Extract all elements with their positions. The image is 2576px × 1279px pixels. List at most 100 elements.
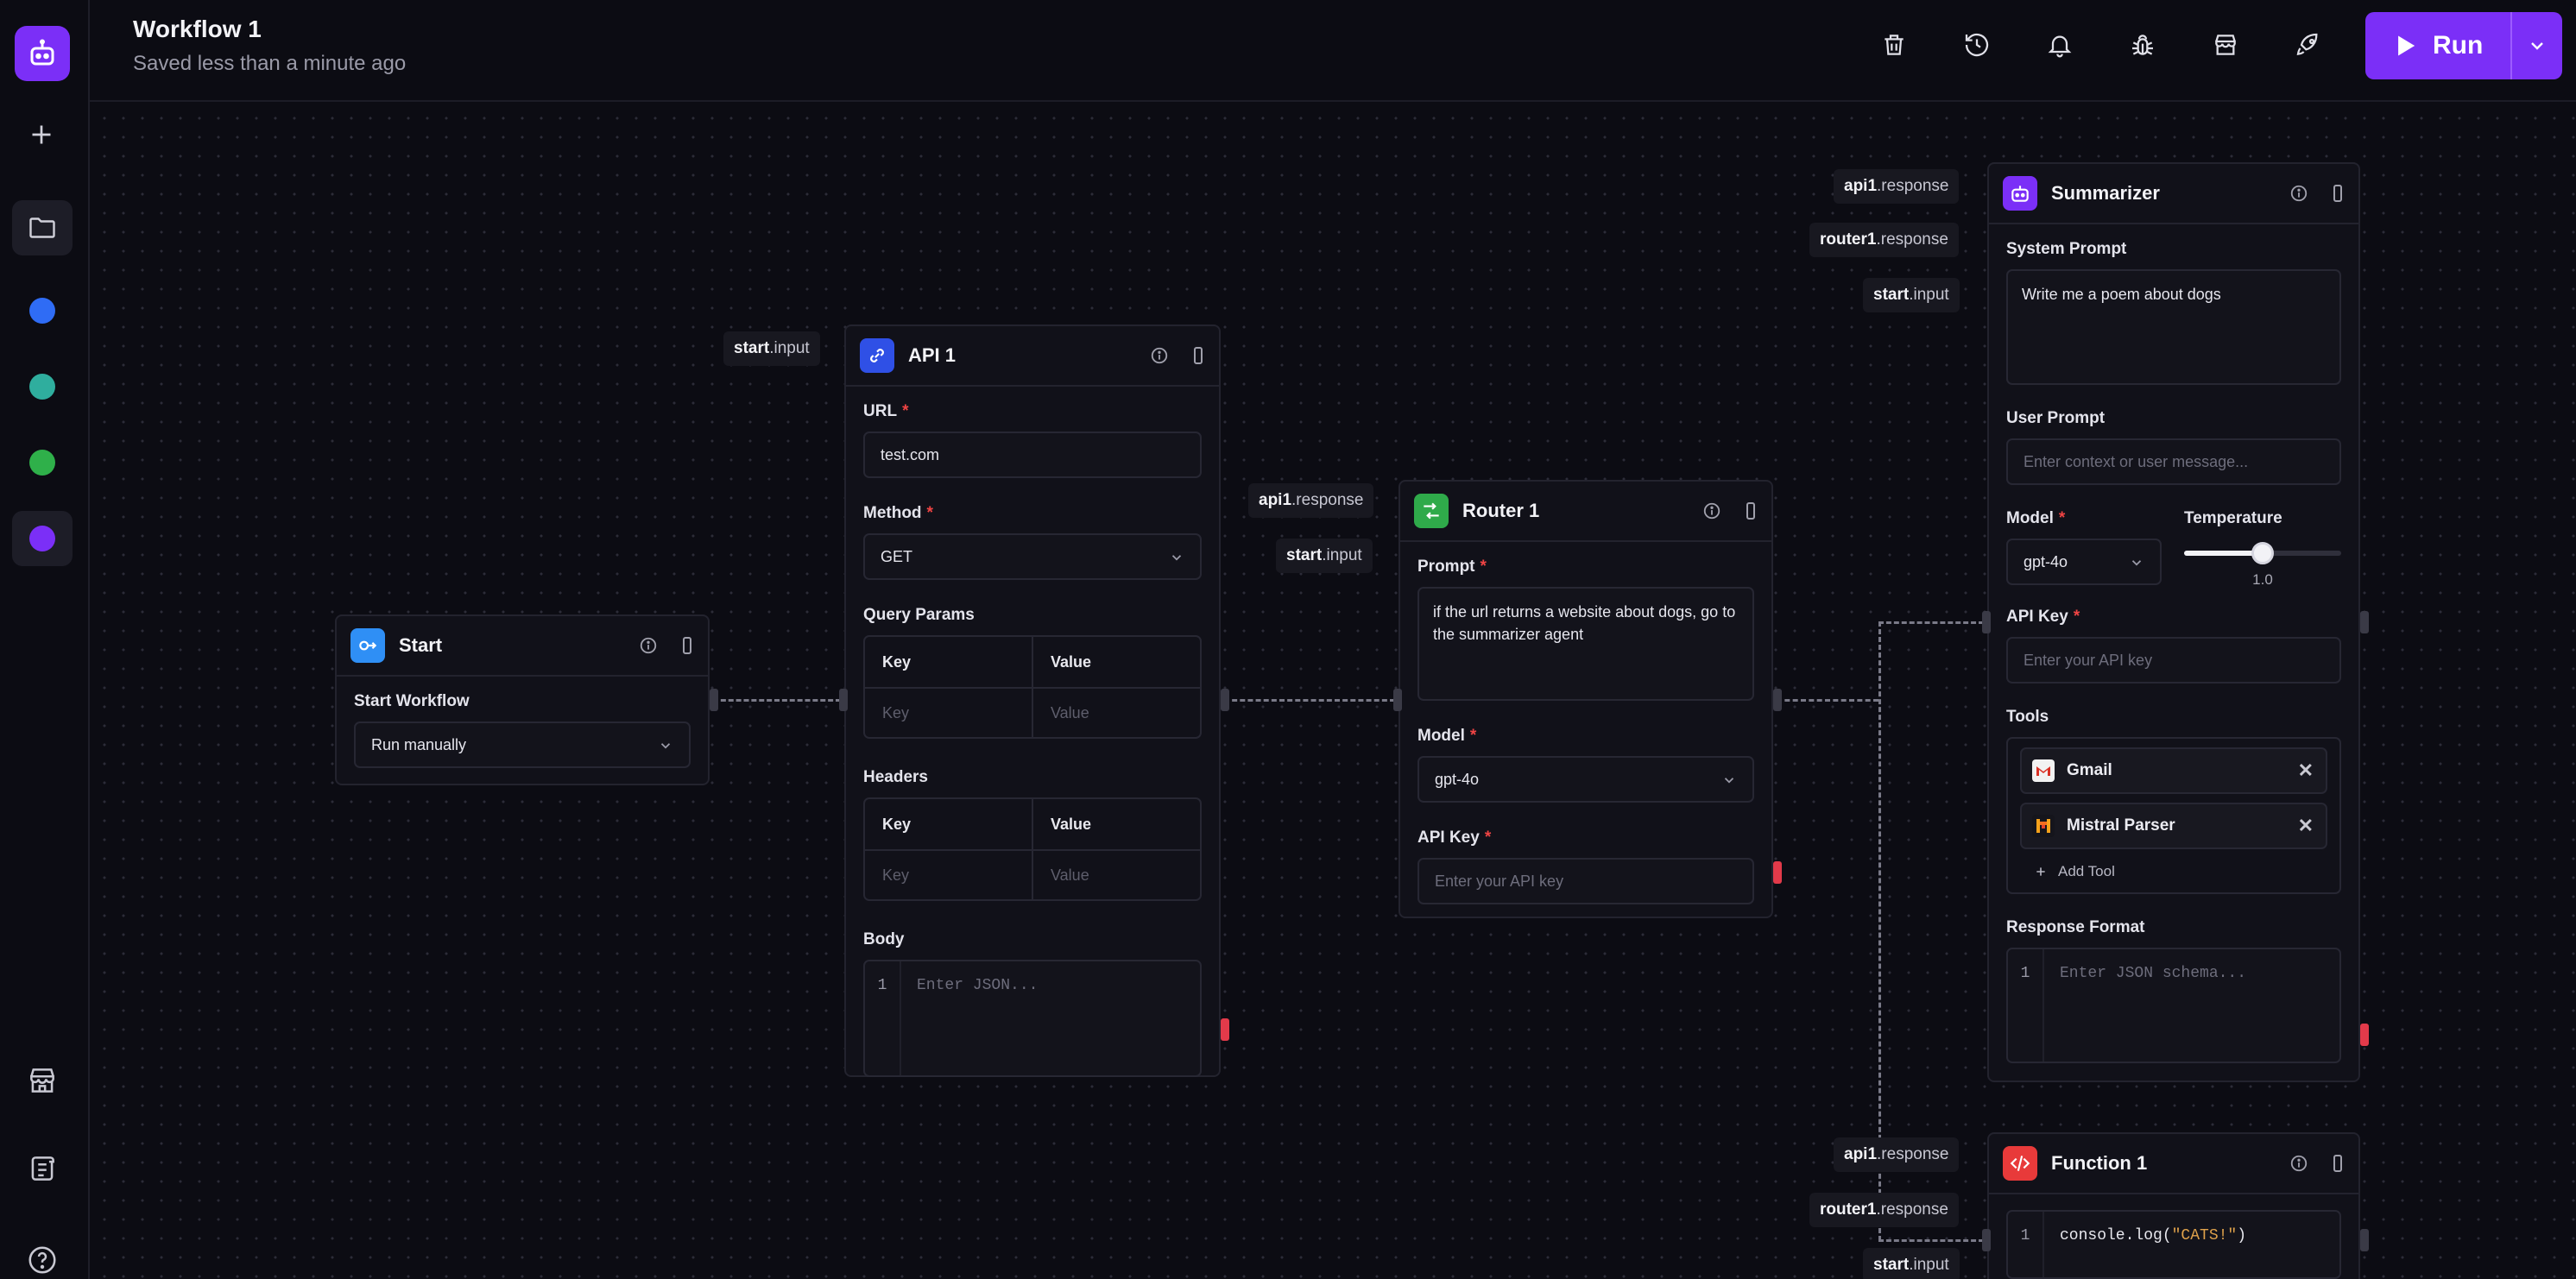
api-key-label: API Key *: [1417, 829, 1492, 847]
tool-item-gmail[interactable]: Gmail ✕: [2020, 747, 2327, 794]
input-chip[interactable]: router1.response: [1809, 223, 1959, 257]
history-button[interactable]: [1960, 28, 1994, 62]
input-chip[interactable]: api1.response: [1834, 1137, 1960, 1172]
router1-error-handle[interactable]: [1773, 861, 1782, 884]
input-chip[interactable]: router1.response: [1809, 1193, 1959, 1227]
deploy-button[interactable]: [2291, 28, 2326, 62]
model-select[interactable]: gpt-4o: [1417, 756, 1754, 803]
info-icon[interactable]: [2289, 184, 2308, 203]
api1-output-handle[interactable]: [1221, 689, 1229, 711]
handle-orientation-icon[interactable]: [2331, 1153, 2345, 1174]
help-icon: [28, 1246, 56, 1274]
start-node[interactable]: Start Start Workflow Run manually: [335, 614, 710, 785]
edge-start-api1[interactable]: [713, 699, 841, 702]
handle-orientation-icon[interactable]: [1744, 501, 1758, 521]
delete-button[interactable]: [1877, 28, 1911, 62]
input-chip[interactable]: start.input: [1276, 539, 1373, 573]
start-output-handle[interactable]: [710, 689, 718, 711]
slider-thumb[interactable]: [2251, 542, 2274, 564]
handle-orientation-icon[interactable]: [680, 635, 694, 656]
info-icon[interactable]: [1702, 501, 1721, 520]
url-input[interactable]: test.com: [863, 432, 1202, 478]
api-key-input[interactable]: Enter your API key: [2006, 637, 2341, 684]
info-icon[interactable]: [639, 636, 658, 655]
api1-node[interactable]: API 1 URL * test.com Method * GET Query Pa…: [844, 324, 1221, 1077]
run-button[interactable]: Run: [2365, 12, 2562, 79]
workspace-1-button[interactable]: [12, 283, 73, 338]
logs-button[interactable]: [12, 1141, 73, 1196]
function1-input-handle[interactable]: [1982, 1229, 1991, 1251]
router1-input-handle[interactable]: [1393, 689, 1402, 711]
trash-icon: [1885, 35, 1904, 55]
marketplace-publish-button[interactable]: [2208, 28, 2243, 62]
run-options-button[interactable]: [2512, 12, 2562, 79]
value-column-header: Value: [1032, 637, 1200, 687]
workspace-4-button[interactable]: [12, 511, 73, 566]
summarizer-node[interactable]: Summarizer System Prompt Write me a poem…: [1987, 162, 2360, 1082]
workflow-title[interactable]: Workflow 1: [133, 16, 262, 43]
workflows-folder-button[interactable]: [12, 200, 73, 255]
edge-router1-summarizer[interactable]: [1878, 621, 1984, 624]
node-header[interactable]: Summarizer: [1989, 164, 2358, 224]
input-chip[interactable]: start.input: [1863, 1248, 1960, 1279]
input-chip[interactable]: start.input: [1863, 278, 1960, 312]
close-icon[interactable]: ✕: [2298, 761, 2314, 780]
system-prompt-textarea[interactable]: Write me a poem about dogs: [2006, 269, 2341, 385]
workspace-3-button[interactable]: [12, 435, 73, 490]
method-select[interactable]: GET: [863, 533, 1202, 580]
summarizer-output-handle[interactable]: [2360, 611, 2369, 633]
tools-panel: Gmail ✕ Mistral Parser ✕ Add Tool: [2006, 737, 2341, 894]
workspace-2-button[interactable]: [12, 359, 73, 414]
add-tool-button[interactable]: Add Tool: [2020, 858, 2327, 885]
router1-node[interactable]: Router 1 Prompt * if the url returns a we…: [1398, 480, 1773, 918]
user-prompt-placeholder: Enter context or user message...: [2024, 452, 2249, 470]
trigger-select[interactable]: Run manually: [354, 721, 691, 768]
edge-router1-branch[interactable]: [1777, 699, 1878, 702]
handle-orientation-icon[interactable]: [1191, 345, 1205, 366]
function-code-editor[interactable]: 1 console.log("CATS!"): [2006, 1210, 2341, 1279]
handle-orientation-icon[interactable]: [2331, 183, 2345, 204]
function1-node[interactable]: Function 1 1 console.log("CATS!"): [1987, 1132, 2360, 1279]
node-header[interactable]: Router 1: [1400, 482, 1771, 542]
new-workflow-button[interactable]: [26, 119, 57, 156]
run-main-button[interactable]: Run: [2365, 12, 2510, 79]
prompt-label: Prompt *: [1417, 558, 1487, 576]
input-chip[interactable]: api1.response: [1248, 483, 1374, 518]
header-key-input[interactable]: Key: [865, 851, 1032, 899]
temperature-slider[interactable]: [2184, 542, 2341, 564]
api1-input-handle[interactable]: [839, 689, 848, 711]
notifications-button[interactable]: [2042, 28, 2077, 62]
summarizer-input-handle[interactable]: [1982, 611, 1991, 633]
query-key-input[interactable]: Key: [865, 689, 1032, 737]
close-icon[interactable]: ✕: [2298, 816, 2314, 835]
help-button[interactable]: [12, 1232, 73, 1279]
route-icon: [1424, 502, 1439, 520]
tool-item-mistral[interactable]: Mistral Parser ✕: [2020, 803, 2327, 849]
input-chip[interactable]: start.input: [723, 331, 820, 366]
user-prompt-input[interactable]: Enter context or user message...: [2006, 438, 2341, 485]
url-label: URL *: [863, 402, 909, 420]
folder-icon: [29, 217, 55, 238]
header-value-input[interactable]: Value: [1032, 851, 1200, 899]
debug-button[interactable]: [2125, 28, 2160, 62]
model-select[interactable]: gpt-4o: [2006, 539, 2162, 585]
query-value-input[interactable]: Value: [1032, 689, 1200, 737]
node-header[interactable]: API 1: [846, 326, 1219, 387]
body-code-editor[interactable]: 1 Enter JSON...: [863, 960, 1202, 1077]
summarizer-error-handle[interactable]: [2360, 1024, 2369, 1046]
input-chip[interactable]: api1.response: [1834, 169, 1960, 204]
api-key-input[interactable]: Enter your API key: [1417, 858, 1754, 904]
edge-router1-function1[interactable]: [1878, 1239, 1984, 1242]
info-icon[interactable]: [2289, 1154, 2308, 1173]
info-icon[interactable]: [1150, 346, 1169, 365]
response-format-editor[interactable]: 1 Enter JSON schema...: [2006, 948, 2341, 1063]
function1-output-handle[interactable]: [2360, 1229, 2369, 1251]
api1-error-handle[interactable]: [1221, 1018, 1229, 1041]
app-logo[interactable]: [15, 26, 70, 81]
node-header[interactable]: Function 1: [1989, 1134, 2358, 1194]
node-header[interactable]: Start: [337, 616, 708, 677]
prompt-textarea[interactable]: if the url returns a website about dogs,…: [1417, 587, 1754, 701]
edge-api1-router1[interactable]: [1224, 699, 1395, 702]
marketplace-button[interactable]: [12, 1053, 73, 1108]
router1-output-handle[interactable]: [1773, 689, 1782, 711]
